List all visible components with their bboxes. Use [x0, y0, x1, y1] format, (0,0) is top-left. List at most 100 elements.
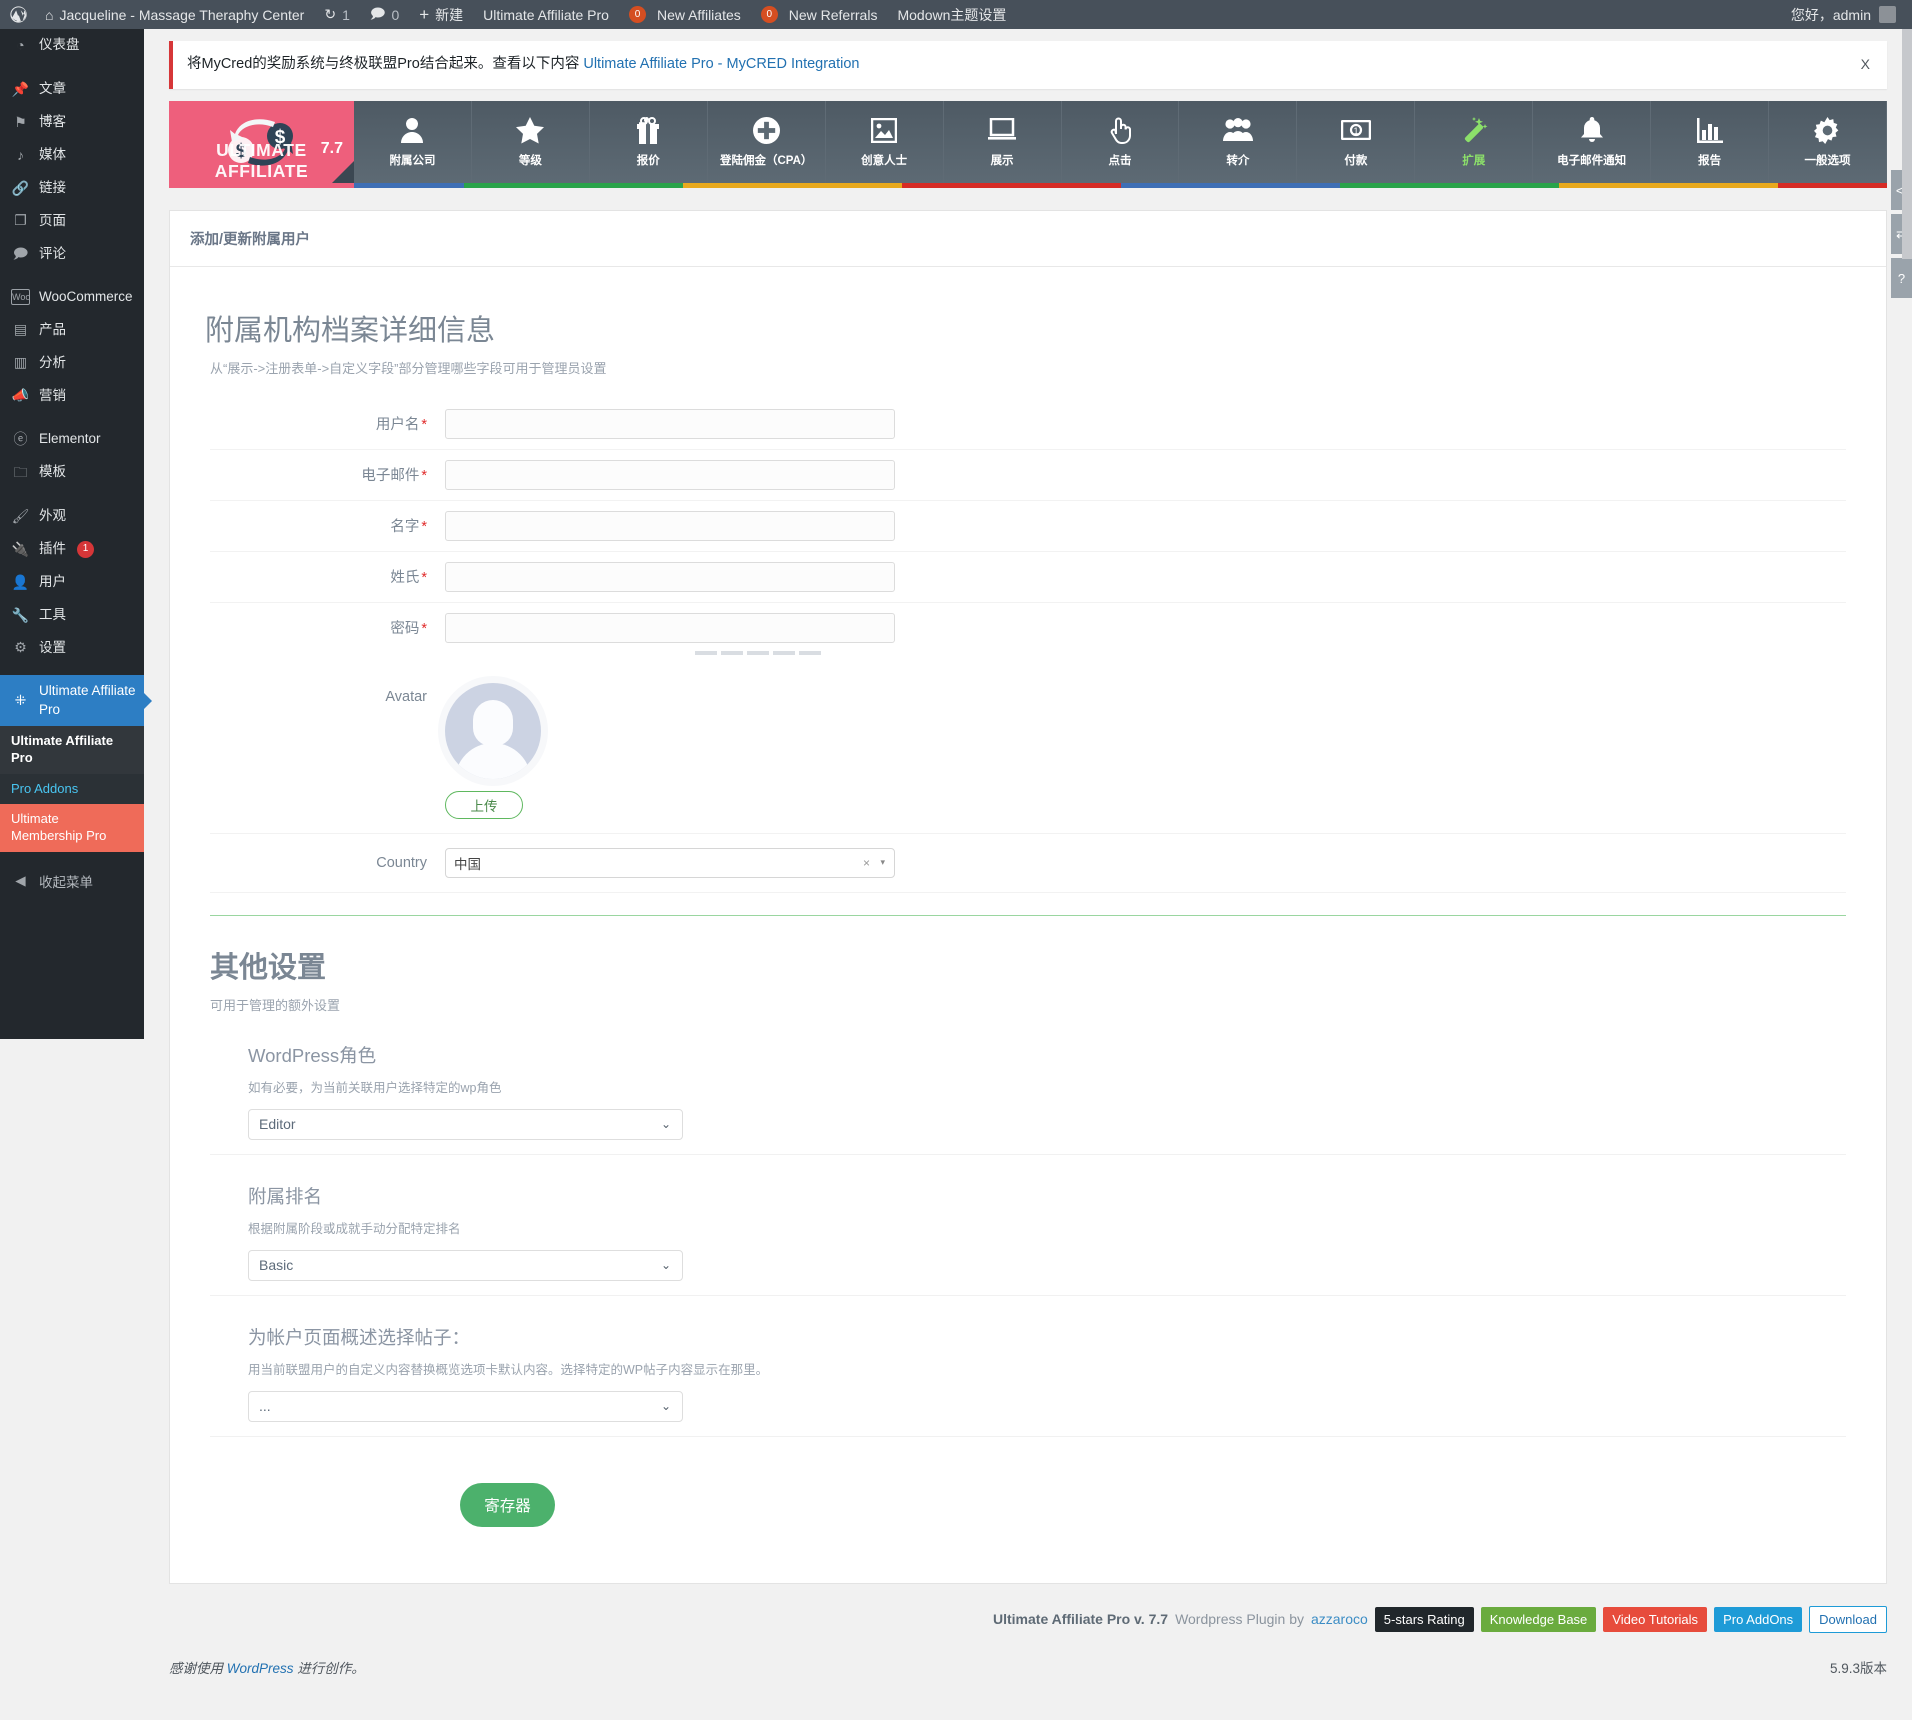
download-button[interactable]: Download [1809, 1605, 1887, 1633]
first-name-input[interactable] [445, 510, 895, 541]
help-icon[interactable]: ? [1891, 258, 1912, 298]
stripe-segment [169, 182, 354, 188]
affiliate-rank-select[interactable]: Basic ⌄ [248, 1249, 683, 1281]
required-marker: * [421, 570, 427, 587]
flag-icon: ⚑ [14, 113, 27, 130]
wordpress-icon[interactable] [0, 0, 35, 29]
uap-tab-general-options[interactable]: 一般选项 [1769, 100, 1887, 183]
uap-logo[interactable]: $ $ 7.7 ULTIMATE AFFILIATE [169, 100, 354, 183]
sidebar-item-label: 评论 [39, 245, 66, 261]
wp-role-select[interactable]: Editor ⌄ [248, 1108, 683, 1140]
field-row-country: Country 中国 × ▾ [210, 834, 1846, 893]
avatar-label: Avatar [385, 688, 427, 705]
sidebar-item-users[interactable]: 👤 用户 [0, 566, 144, 599]
uap-tab-email-notifications[interactable]: 电子邮件通知 [1533, 100, 1652, 183]
country-label: Country [376, 854, 427, 871]
sidebar-item-elementor[interactable]: ⓔ Elementor [0, 423, 144, 456]
stripe-segment [1011, 182, 1121, 188]
uap-tab-label: 报价 [636, 155, 660, 168]
sidebar-item-products[interactable]: ▤ 产品 [0, 313, 144, 346]
stripe-segment [682, 182, 792, 188]
uap-tab-ranks[interactable]: 等级 [471, 100, 590, 183]
sidebar-subitem-ultimate-membership-pro[interactable]: Ultimate Membership Pro [0, 804, 144, 853]
sidebar-item-blog[interactable]: ⚑ 博客 [0, 106, 144, 139]
magic-wand-icon [1460, 115, 1488, 145]
close-icon[interactable]: X [1861, 54, 1870, 75]
sidebar-item-links[interactable]: 🔗 链接 [0, 172, 144, 205]
uap-tab-addons[interactable]: 扩展 [1415, 100, 1534, 183]
author-link[interactable]: azzaroco [1311, 1611, 1368, 1627]
required-marker: * [421, 468, 427, 485]
upload-button[interactable]: 上传 [445, 790, 523, 819]
sidebar-item-label: 分析 [39, 354, 66, 370]
sidebar-item-templates[interactable]: 🗀 模板 [0, 456, 144, 489]
sidebar-subitem-ultimate-affiliate-pro[interactable]: Ultimate Affiliate Pro [0, 725, 144, 774]
uap-tab-payments[interactable]: 1 付款 [1297, 100, 1416, 183]
password-input[interactable] [445, 612, 895, 643]
username-input[interactable] [445, 408, 895, 439]
sidebar-item-settings[interactable]: ⚙ 设置 [0, 631, 144, 664]
notice-link[interactable]: Ultimate Affiliate Pro - MyCRED Integrat… [583, 56, 859, 72]
template-icon: 🗀 [13, 464, 28, 481]
knowledge-base-button[interactable]: Knowledge Base [1480, 1606, 1597, 1632]
required-marker: * [421, 621, 427, 638]
account-menu[interactable]: 您好，admin [1791, 5, 1912, 25]
email-input[interactable] [445, 459, 895, 490]
plugins-update-badge: 1 [77, 540, 94, 558]
sidebar-item-media[interactable]: ♪ 媒体 [0, 139, 144, 172]
section-subtitle: 从“展示->注册表单->自定义字段”部分管理哪些字段可用于管理员设置 [210, 360, 607, 376]
avatar-head-shape [473, 699, 513, 746]
sidebar-item-dashboard[interactable]: ◔ 仪表盘 [0, 29, 144, 62]
uap-tab-referrals[interactable]: 转介 [1179, 100, 1298, 183]
users-icon: 👤 [11, 573, 30, 590]
sidebar-subitem-pro-addons[interactable]: Pro Addons [0, 773, 144, 805]
adminbar-uap-menu[interactable]: Ultimate Affiliate Pro [473, 0, 619, 29]
pro-addons-button[interactable]: Pro AddOns [1714, 1606, 1803, 1632]
sidebar-item-analytics[interactable]: ▥ 分析 [0, 346, 144, 379]
five-stars-rating-button[interactable]: 5-stars Rating [1374, 1606, 1474, 1632]
site-name-menu[interactable]: ⌂ Jacqueline - Massage Theraphy Center [35, 0, 314, 29]
uap-tab-reports[interactable]: 报告 [1651, 100, 1770, 183]
plugin-by-text: Wordpress Plugin by [1175, 1611, 1304, 1628]
new-content-menu[interactable]: + 新建 [409, 0, 473, 29]
uap-tab-offers[interactable]: 报价 [589, 100, 708, 183]
uap-tab-cpa[interactable]: 登陆佣金（CPA） [707, 100, 826, 183]
country-select[interactable]: 中国 × ▾ [445, 847, 895, 878]
setting-block-account-page-post: 为帐户页面概述选择帖子： 用当前联盟用户的自定义内容替换概览选项卡默认内容。选择… [210, 1296, 1846, 1437]
product-icon: ▤ [13, 321, 28, 338]
field-row-password: 密码 * [210, 603, 1846, 645]
close-icon[interactable]: × [863, 856, 870, 870]
new-referrals-menu[interactable]: 0 New Referrals [751, 0, 888, 29]
page-scrollbar-thumb[interactable] [1902, 29, 1912, 259]
sidebar-divider [0, 489, 144, 500]
sidebar-item-comments[interactable]: 🗩 评论 [0, 237, 144, 270]
account-page-post-select[interactable]: ... ⌄ [248, 1390, 683, 1422]
register-button[interactable]: 寄存器 [460, 1482, 555, 1527]
uap-tab-creatives[interactable]: 创意人士 [825, 100, 944, 183]
content-area: 将MyCred的奖励系统与终极联盟Pro结合起来。查看以下内容 Ultimate… [144, 29, 1912, 1720]
sidebar-item-woocommerce[interactable]: Woo WooCommerce [0, 281, 144, 313]
sidebar-divider [0, 412, 144, 423]
sidebar-item-plugins[interactable]: 🔌 插件 1 [0, 533, 144, 566]
sidebar-item-marketing[interactable]: 📣 营销 [0, 379, 144, 412]
click-hand-icon [1109, 115, 1131, 145]
chevron-down-icon: ⌄ [660, 1258, 671, 1273]
uap-tab-affiliates[interactable]: 附属公司 [354, 100, 472, 183]
uap-tab-impressions[interactable]: 展示 [943, 100, 1062, 183]
updates-indicator[interactable]: ↻ 1 [314, 0, 360, 29]
sidebar-item-pages[interactable]: ❐ 页面 [0, 204, 144, 237]
wordpress-link[interactable]: WordPress [227, 1661, 294, 1676]
new-content-label: 新建 [435, 6, 464, 23]
video-tutorials-button[interactable]: Video Tutorials [1603, 1606, 1708, 1632]
comments-indicator[interactable]: 🗩 0 [360, 0, 409, 29]
sidebar-item-tools[interactable]: 🔧 工具 [0, 599, 144, 632]
collapse-menu-button[interactable]: ◀ 收起菜单 [0, 862, 144, 900]
uap-tab-clicks[interactable]: 点击 [1061, 100, 1180, 183]
last-name-input[interactable] [445, 561, 895, 592]
sidebar-item-ultimate-affiliate-pro[interactable]: ⁜ Ultimate Affiliate Pro [0, 675, 152, 726]
sidebar-item-posts[interactable]: 📌 文章 [0, 73, 144, 106]
modown-theme-settings-menu[interactable]: Modown主题设置 [887, 0, 1016, 29]
page-title: 添加/更新附属用户 [170, 211, 1886, 267]
new-affiliates-menu[interactable]: 0 New Affiliates [619, 0, 751, 29]
sidebar-item-appearance[interactable]: 🖌 外观 [0, 500, 144, 533]
